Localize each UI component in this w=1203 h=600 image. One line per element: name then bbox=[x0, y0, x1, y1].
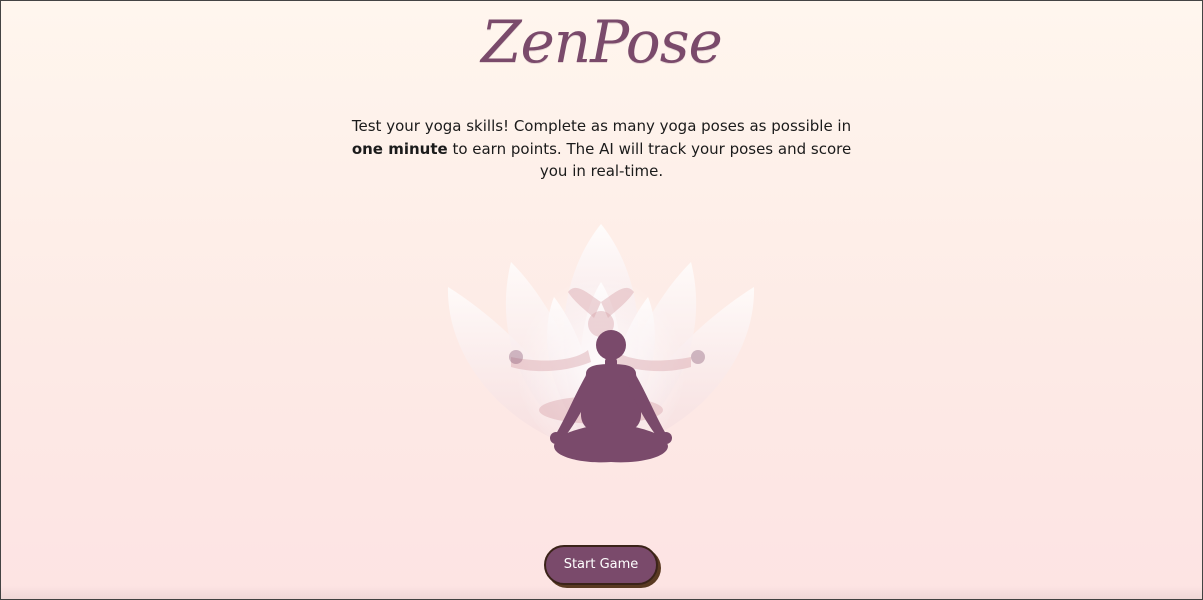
meditation-lotus-icon bbox=[436, 222, 766, 477]
start-game-button[interactable]: Start Game bbox=[544, 545, 658, 585]
bottom-shadow bbox=[0, 586, 1203, 600]
intro-text: Test your yoga skills! Complete as many … bbox=[350, 115, 853, 183]
intro-text-after: to earn points. The AI will track your p… bbox=[447, 139, 852, 181]
intro-emphasis: one minute bbox=[351, 139, 448, 158]
zenpose-logo: ZenPose bbox=[481, 8, 723, 76]
intro-text-before: Test your yoga skills! Complete as many … bbox=[351, 117, 852, 135]
zenpose-home-page: { "header": { "logo_text": "ZenPose" }, … bbox=[0, 0, 1203, 600]
